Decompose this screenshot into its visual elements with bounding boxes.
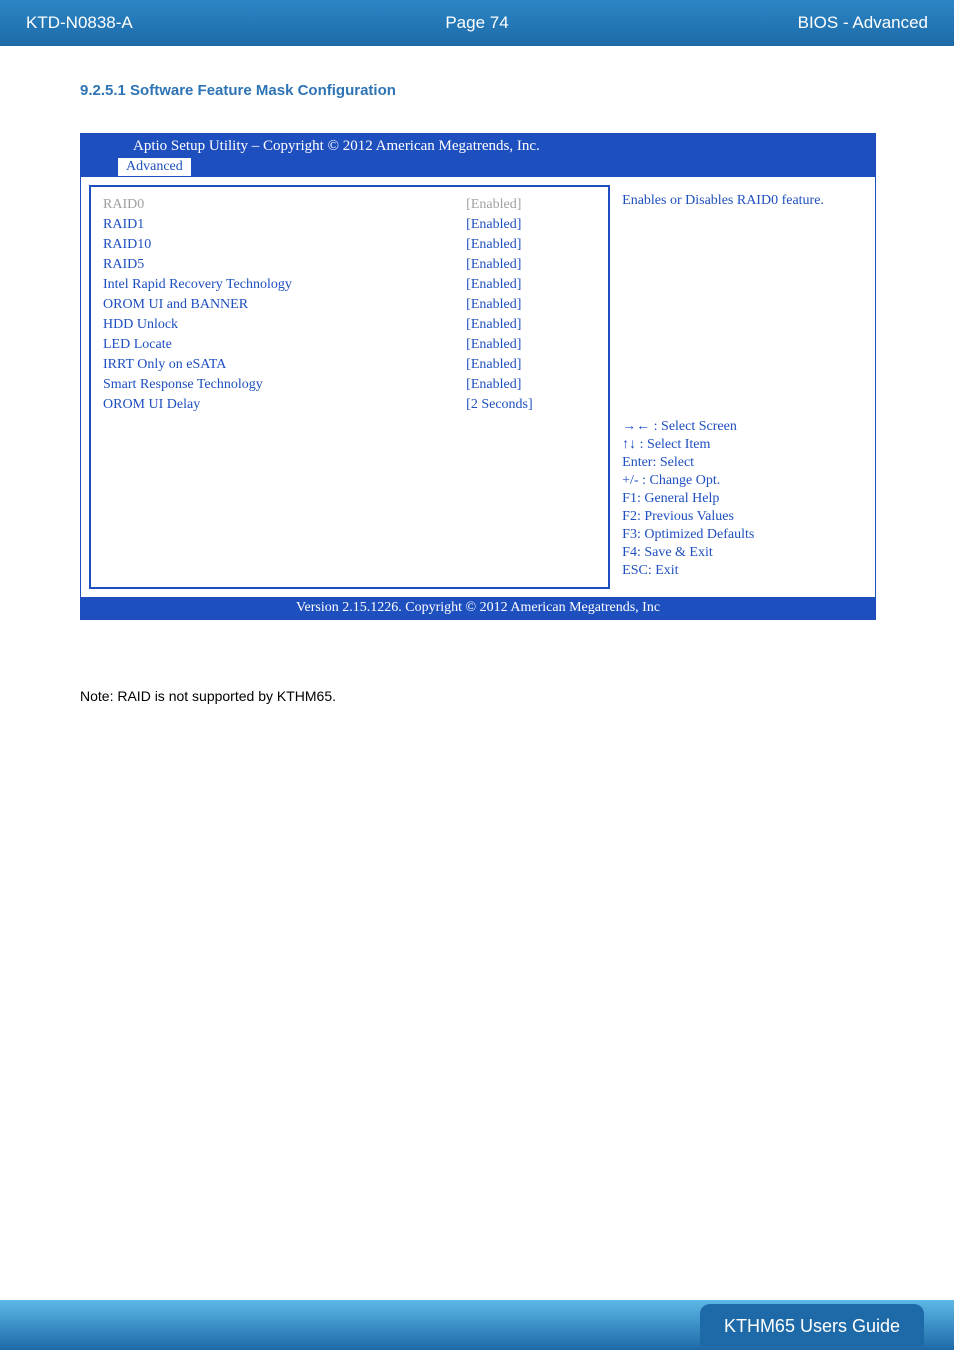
- setting-label-orom-ui-delay[interactable]: OROM UI Delay: [103, 397, 426, 413]
- key-general-help: F1: General Help: [622, 491, 857, 507]
- bios-settings-panel: RAID0 [Enabled] RAID1 [Enabled] RAID10 […: [89, 185, 610, 589]
- setting-label-orom-ui-banner[interactable]: OROM UI and BANNER: [103, 297, 426, 313]
- setting-value-smart-response[interactable]: [Enabled]: [466, 377, 596, 393]
- setting-value-raid1[interactable]: [Enabled]: [466, 217, 596, 233]
- key-change-opt: +/- : Change Opt.: [622, 473, 857, 489]
- setting-label-raid1[interactable]: RAID1: [103, 217, 426, 233]
- key-esc-exit: ESC: Exit: [622, 563, 857, 579]
- setting-label-irrt-esata[interactable]: IRRT Only on eSATA: [103, 357, 426, 373]
- setting-label-hdd-unlock[interactable]: HDD Unlock: [103, 317, 426, 333]
- key-previous-values: F2: Previous Values: [622, 509, 857, 525]
- bios-key-legend: →← : Select Screen ↑↓ : Select Item Ente…: [622, 417, 857, 581]
- page-body: 9.2.5.1 Software Feature Mask Configurat…: [0, 46, 954, 704]
- settings-grid: RAID0 [Enabled] RAID1 [Enabled] RAID10 […: [103, 197, 596, 413]
- bios-help-panel: Enables or Disables RAID0 feature. →← : …: [610, 185, 867, 589]
- key-select-item: ↑↓ : Select Item: [622, 437, 857, 453]
- setting-value-hdd-unlock[interactable]: [Enabled]: [466, 317, 596, 333]
- bottom-bar: KTHM65 Users Guide: [0, 1300, 954, 1350]
- bios-header: Aptio Setup Utility – Copyright © 2012 A…: [81, 134, 875, 177]
- top-bar: KTD-N0838-A Page 74 BIOS - Advanced: [0, 0, 954, 46]
- bios-tabs: Advanced: [89, 157, 867, 177]
- key-optimized-defaults: F3: Optimized Defaults: [622, 527, 857, 543]
- tab-advanced[interactable]: Advanced: [117, 157, 192, 177]
- setting-value-orom-ui-delay[interactable]: [2 Seconds]: [466, 397, 596, 413]
- key-enter-select: Enter: Select: [622, 455, 857, 471]
- setting-label-raid0[interactable]: RAID0: [103, 197, 426, 213]
- setting-label-intel-rapid-recovery[interactable]: Intel Rapid Recovery Technology: [103, 277, 426, 293]
- setting-value-raid10[interactable]: [Enabled]: [466, 237, 596, 253]
- bios-footer: Version 2.15.1226. Copyright © 2012 Amer…: [81, 597, 875, 619]
- bios-body: RAID0 [Enabled] RAID1 [Enabled] RAID10 […: [81, 177, 875, 597]
- note-text: Note: RAID is not supported by KTHM65.: [80, 688, 874, 704]
- setting-label-led-locate[interactable]: LED Locate: [103, 337, 426, 353]
- key-save-exit: F4: Save & Exit: [622, 545, 857, 561]
- setting-label-raid10[interactable]: RAID10: [103, 237, 426, 253]
- key-select-screen: →← : Select Screen: [622, 419, 857, 435]
- setting-label-smart-response[interactable]: Smart Response Technology: [103, 377, 426, 393]
- setting-label-raid5[interactable]: RAID5: [103, 257, 426, 273]
- setting-value-orom-ui-banner[interactable]: [Enabled]: [466, 297, 596, 313]
- setting-value-led-locate[interactable]: [Enabled]: [466, 337, 596, 353]
- bios-title: Aptio Setup Utility – Copyright © 2012 A…: [133, 138, 867, 155]
- setting-value-raid0[interactable]: [Enabled]: [466, 197, 596, 213]
- bios-help-text: Enables or Disables RAID0 feature.: [622, 193, 857, 209]
- setting-value-intel-rapid-recovery[interactable]: [Enabled]: [466, 277, 596, 293]
- doc-id: KTD-N0838-A: [26, 13, 327, 33]
- setting-value-irrt-esata[interactable]: [Enabled]: [466, 357, 596, 373]
- section-heading: 9.2.5.1 Software Feature Mask Configurat…: [80, 82, 874, 99]
- section: BIOS - Advanced: [627, 13, 928, 33]
- setting-value-raid5[interactable]: [Enabled]: [466, 257, 596, 273]
- page-label: Page 74: [327, 13, 628, 33]
- bios-frame: Aptio Setup Utility – Copyright © 2012 A…: [80, 133, 876, 620]
- footer-pill: KTHM65 Users Guide: [700, 1304, 924, 1347]
